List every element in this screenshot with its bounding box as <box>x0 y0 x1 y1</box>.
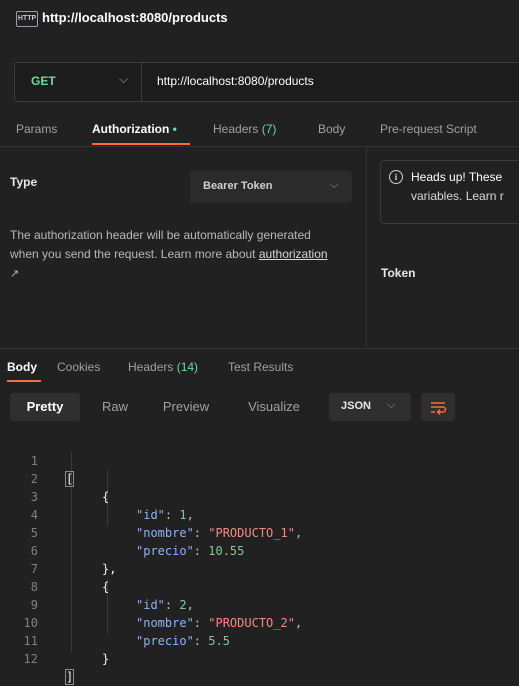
response-headers-count: (14) <box>176 360 199 374</box>
view-tab-visualize[interactable]: Visualize <box>232 393 316 421</box>
wrap-lines-icon <box>431 402 447 416</box>
active-dot-icon: • <box>172 122 177 136</box>
response-tab-body[interactable]: Body <box>7 360 37 374</box>
tab-authorization[interactable]: Authorization • <box>92 122 177 136</box>
code-line[interactable]: 6 }, <box>0 524 519 576</box>
code-line[interactable]: 9 "nombre": "PRODUCTO_2", <box>0 578 519 630</box>
url-input[interactable]: http://localhost:8080/products <box>157 74 314 88</box>
code-text: ] <box>64 668 75 686</box>
notice-text: variables. Learn r <box>411 189 504 203</box>
active-tab-indicator <box>7 380 41 382</box>
view-tab-pretty[interactable]: Pretty <box>10 393 80 421</box>
request-title-bar: HTTP http://localhost:8080/products <box>0 0 519 44</box>
url-bar: GET ⌵ http://localhost:8080/products <box>14 62 519 102</box>
divider[interactable] <box>0 348 519 349</box>
chevron-down-icon: ⌵ <box>330 178 339 191</box>
view-tab-preview[interactable]: Preview <box>150 393 222 421</box>
tab-body[interactable]: Body <box>318 122 345 136</box>
response-tab-headers-label: Headers <box>128 360 174 374</box>
format-select[interactable]: JSON ⌵ <box>329 393 411 421</box>
wrap-lines-button[interactable] <box>421 393 455 421</box>
code-line[interactable]: 4 "nombre": "PRODUCTO_1", <box>0 488 519 540</box>
tab-headers-label: Headers <box>213 122 259 136</box>
token-label: Token <box>381 266 416 280</box>
authorization-link[interactable]: authorization <box>259 247 328 261</box>
tab-headers-count: (7) <box>261 122 277 136</box>
tab-params[interactable]: Params <box>16 122 57 136</box>
code-line[interactable]: 7 { <box>0 542 519 594</box>
code-line[interactable]: 10 "precio": 5.5 <box>0 596 519 648</box>
external-link-icon: ↗ <box>10 268 20 280</box>
active-tab-indicator <box>92 143 190 145</box>
auth-description: The authorization header will be automat… <box>10 226 340 284</box>
code-line[interactable]: 5 "precio": 10.55 <box>0 506 519 558</box>
line-number: 12 <box>23 652 38 666</box>
request-title[interactable]: http://localhost:8080/products <box>42 10 228 25</box>
auth-type-value: Bearer Token <box>203 180 273 192</box>
notice-text: Heads up! These <box>411 170 503 184</box>
code-line[interactable]: 1 [ <box>0 434 519 487</box>
response-tab-test-results[interactable]: Test Results <box>228 360 293 374</box>
code-line[interactable]: 8 "id": 2, <box>0 560 519 612</box>
code-text: } <box>102 650 109 668</box>
chevron-down-icon: ⌵ <box>387 398 396 411</box>
http-method-label: GET <box>31 74 56 88</box>
divider <box>366 147 367 347</box>
info-icon: i <box>389 170 403 184</box>
code-line[interactable]: 2 { <box>0 452 519 504</box>
variables-notice: i Heads up! These variables. Learn r <box>380 160 519 224</box>
response-tab-cookies[interactable]: Cookies <box>57 360 100 374</box>
brace: } <box>102 652 110 666</box>
bracket: ] <box>64 669 75 685</box>
auth-type-select[interactable]: Bearer Token ⌵ <box>190 171 352 203</box>
tab-pre-request-script[interactable]: Pre-request Script <box>380 122 477 136</box>
view-tab-raw[interactable]: Raw <box>90 393 140 421</box>
code-line[interactable]: 11 } <box>0 614 519 666</box>
auth-type-label: Type <box>10 175 38 189</box>
tab-headers[interactable]: Headers (7) <box>213 122 276 136</box>
response-tab-headers[interactable]: Headers (14) <box>128 360 198 374</box>
divider <box>0 146 519 147</box>
format-label: JSON <box>341 400 371 412</box>
tab-authorization-label: Authorization <box>92 122 170 136</box>
code-line[interactable]: 3 "id": 1, <box>0 470 519 522</box>
http-method-select[interactable]: GET ⌵ <box>15 63 142 101</box>
code-line[interactable]: 12 ] <box>0 632 519 685</box>
chevron-down-icon: ⌵ <box>119 72 129 86</box>
http-request-icon: HTTP <box>16 11 38 27</box>
